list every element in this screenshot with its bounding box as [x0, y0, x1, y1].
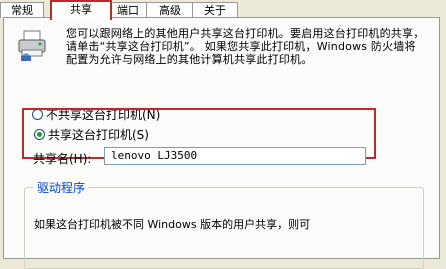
tab-advanced[interactable]: 高级 [146, 2, 194, 18]
share-name-input[interactable]: lenovo LJ3500 [104, 147, 366, 165]
driver-description: 如果这台打印机被不同 Windows 版本的用户共享，则可 [34, 218, 311, 231]
tab-ports[interactable]: 端口 [108, 2, 148, 18]
tab-sharing[interactable]: 共享 [50, 0, 112, 20]
share-label-text: 共享这台打印机(S) [48, 128, 149, 142]
driver-group-title: 驱动程序 [34, 179, 89, 196]
tab-general[interactable]: 常规 [0, 2, 44, 18]
sharing-description: 您可以跟网络上的其他用户共享这台打印机。要启用这台打印机的共享，请单击“共享这台… [66, 27, 425, 66]
tab-strip: 常规 共享 端口 高级 关于 [0, 0, 446, 20]
share-name-label: 共享名(H): [33, 152, 92, 166]
tab-about[interactable]: 关于 [192, 2, 238, 18]
radio-button-selected[interactable] [34, 129, 45, 140]
share-radio[interactable]: 共享这台打印机(S) [34, 128, 149, 142]
printer-icon [18, 30, 46, 61]
